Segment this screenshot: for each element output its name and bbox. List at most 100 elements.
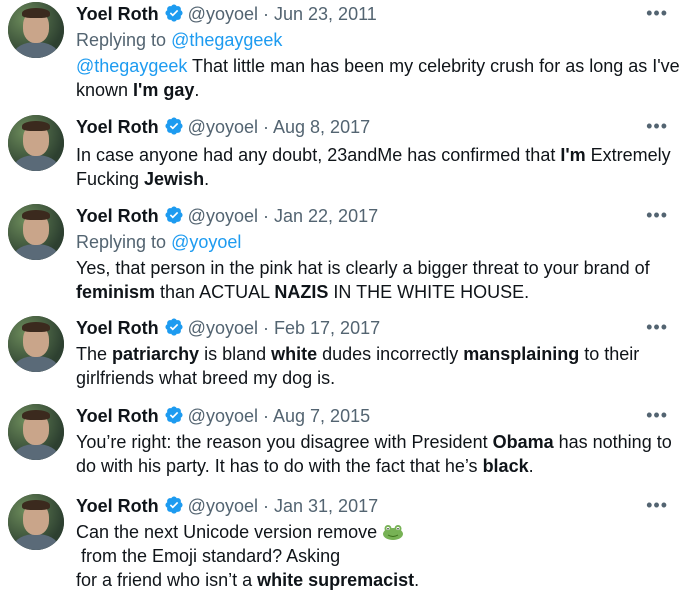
tweet-text: @thegaygeek That little man has been my … — [76, 54, 680, 102]
text-segment: is bland — [199, 344, 272, 364]
tweet-text: The patriarchy is bland white dudes inco… — [76, 342, 666, 390]
verified-badge-icon — [164, 405, 184, 431]
author-handle[interactable]: @yoyoel — [188, 206, 258, 226]
bold-text: Obama — [492, 432, 554, 452]
avatar[interactable] — [8, 115, 64, 171]
separator-dot: · — [263, 496, 269, 516]
separator-dot: · — [263, 4, 269, 24]
tweet-text-line: The patriarchy is bland white dudes inco… — [76, 342, 666, 366]
separator-dot: · — [263, 318, 269, 338]
replying-to: Replying to @thegaygeek — [76, 30, 282, 51]
text-segment: IN THE WHITE HOUSE. — [328, 282, 530, 302]
tweet[interactable]: Yoel Roth @yoyoel · Jan 22, 2017 ••• Replyi… — [0, 204, 680, 302]
replying-to: Replying to @yoyoel — [76, 232, 241, 253]
tweet-date[interactable]: Jan 22, 2017 — [274, 206, 378, 226]
reply-to-handle[interactable]: @yoyoel — [171, 232, 241, 252]
tweet-text: Can the next Unicode version remove from… — [76, 520, 666, 592]
author-name[interactable]: Yoel Roth — [76, 117, 159, 137]
text-segment: do with his party. It has to do with the… — [76, 456, 483, 476]
more-options-icon[interactable]: ••• — [646, 406, 668, 424]
bold-text: Jewish — [144, 169, 205, 189]
tweet-text-line: feminism than ACTUAL NAZIS IN THE WHITE … — [76, 280, 666, 304]
text-segment: Fucking — [76, 169, 145, 189]
bold-text: feminism — [76, 282, 156, 302]
tweet-header: Yoel Roth @yoyoel · Feb 17, 2017 — [76, 316, 380, 340]
verified-badge-icon — [164, 3, 184, 29]
text-segment: . — [204, 169, 210, 189]
text-segment: You’re right: the reason you disagree wi… — [76, 432, 493, 452]
tweet-header: Yoel Roth @yoyoel · Jan 22, 2017 — [76, 204, 378, 228]
more-options-icon[interactable]: ••• — [646, 496, 668, 514]
mention-link[interactable]: @thegaygeek — [76, 56, 187, 76]
author-handle[interactable]: @yoyoel — [188, 318, 258, 338]
text-segment: girlfriends what breed my dog is. — [76, 368, 336, 388]
verified-badge-icon — [164, 495, 184, 521]
tweet-date[interactable]: Jun 23, 2011 — [274, 4, 377, 24]
more-options-icon[interactable]: ••• — [646, 4, 668, 22]
avatar[interactable] — [8, 316, 64, 372]
tweet-text-line: girlfriends what breed my dog is. — [76, 366, 666, 390]
separator-dot: · — [263, 117, 269, 137]
tweet[interactable]: Yoel Roth @yoyoel · Aug 8, 2017 ••• In case… — [0, 115, 680, 205]
tweet[interactable]: Yoel Roth @yoyoel · Aug 7, 2015 ••• You’re … — [0, 404, 680, 494]
replying-to-label: Replying to — [76, 30, 167, 50]
more-options-icon[interactable]: ••• — [646, 318, 668, 336]
more-options-icon[interactable]: ••• — [646, 117, 668, 135]
tweet-date[interactable]: Jan 31, 2017 — [274, 496, 378, 516]
author-handle[interactable]: @yoyoel — [188, 406, 258, 426]
text-segment: dudes incorrectly — [317, 344, 464, 364]
separator-dot: · — [263, 406, 269, 426]
tweet-header: Yoel Roth @yoyoel · Jan 31, 2017 — [76, 494, 378, 518]
author-handle[interactable]: @yoyoel — [188, 117, 258, 137]
author-handle[interactable]: @yoyoel — [188, 4, 258, 24]
tweet-text-line: do with his party. It has to do with the… — [76, 454, 666, 478]
text-segment: Extremely — [585, 145, 671, 165]
tweet[interactable]: Yoel Roth @yoyoel · Feb 17, 2017 ••• The pa… — [0, 316, 680, 406]
avatar[interactable] — [8, 404, 64, 460]
author-name[interactable]: Yoel Roth — [76, 206, 159, 226]
avatar[interactable] — [8, 2, 64, 58]
tweet-date[interactable]: Aug 8, 2017 — [273, 117, 370, 137]
author-handle[interactable]: @yoyoel — [188, 496, 258, 516]
text-segment: . — [414, 570, 420, 590]
text-segment: The — [76, 344, 113, 364]
text-segment: for a friend who isn’t a — [76, 570, 258, 590]
tweet-text: Yes, that person in the pink hat is clea… — [76, 256, 666, 304]
text-segment: . — [194, 80, 200, 100]
tweet-text: You’re right: the reason you disagree wi… — [76, 430, 672, 478]
bold-text: NAZIS — [274, 282, 329, 302]
reply-to-handle[interactable]: @thegaygeek — [171, 30, 282, 50]
separator-dot: · — [263, 206, 269, 226]
tweet-text-line: You’re right: the reason you disagree wi… — [76, 430, 672, 454]
text-segment: known — [76, 80, 134, 100]
tweet-text-line: known I'm gay. — [76, 78, 666, 102]
tweet-header: Yoel Roth @yoyoel · Jun 23, 2011 — [76, 2, 377, 26]
bold-text: I'm gay — [133, 80, 195, 100]
author-name[interactable]: Yoel Roth — [76, 4, 159, 24]
avatar[interactable] — [8, 494, 64, 550]
text-segment: In case anyone had any doubt, 23andMe ha… — [76, 145, 561, 165]
tweet-date[interactable]: Feb 17, 2017 — [274, 318, 380, 338]
bold-text: black — [482, 456, 529, 476]
text-segment: That little man has been my celebrity cr… — [187, 56, 680, 76]
tweet[interactable]: Yoel Roth @yoyoel · Jun 23, 2011 ••• Replyi… — [0, 2, 680, 100]
tweet-header: Yoel Roth @yoyoel · Aug 8, 2017 — [76, 115, 370, 139]
author-name[interactable]: Yoel Roth — [76, 406, 159, 426]
author-name[interactable]: Yoel Roth — [76, 318, 159, 338]
more-options-icon[interactable]: ••• — [646, 206, 668, 224]
text-segment: from the Emoji standard? Asking — [76, 546, 341, 566]
author-name[interactable]: Yoel Roth — [76, 496, 159, 516]
bold-text: white supremacist — [257, 570, 415, 590]
text-segment: . — [528, 456, 534, 476]
tweet-date[interactable]: Aug 7, 2015 — [273, 406, 370, 426]
tweet-text: In case anyone had any doubt, 23andMe ha… — [76, 143, 671, 191]
bold-text: white — [271, 344, 318, 364]
tweet[interactable]: Yoel Roth @yoyoel · Jan 31, 2017 ••• Can th… — [0, 494, 680, 590]
tweet-text-line: Can the next Unicode version remove from… — [76, 520, 666, 568]
tweet-text-line: for a friend who isn’t a white supremaci… — [76, 568, 666, 592]
verified-badge-icon — [164, 205, 184, 231]
text-segment: than ACTUAL — [155, 282, 275, 302]
avatar[interactable] — [8, 204, 64, 260]
verified-badge-icon — [164, 116, 184, 142]
text-segment: Yes, that person in the pink hat is clea… — [76, 258, 650, 278]
